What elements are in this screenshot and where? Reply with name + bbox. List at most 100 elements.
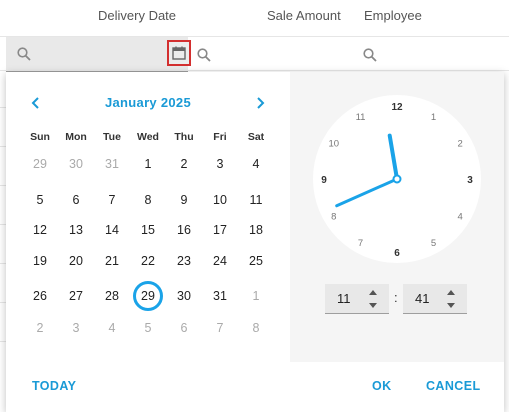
weekday-label: Wed xyxy=(137,131,159,143)
clock-number: 2 xyxy=(458,139,463,150)
cancel-button[interactable]: CANCEL xyxy=(426,379,480,393)
picker-footer: TODAY OK CANCEL xyxy=(6,362,504,412)
day-cell[interactable]: 29 xyxy=(25,149,55,179)
day-cell[interactable]: 21 xyxy=(97,246,127,276)
caret-up-icon xyxy=(447,289,455,295)
time-input: 11 : 41 xyxy=(325,284,467,314)
time-panel: 12 1 2 3 4 5 6 7 8 9 10 11 11 : 41 xyxy=(290,72,504,362)
time-separator: : xyxy=(394,290,398,305)
day-cell[interactable]: 2 xyxy=(25,313,55,343)
day-cell[interactable]: 6 xyxy=(169,313,199,343)
search-icon xyxy=(17,47,31,61)
day-cell[interactable]: 14 xyxy=(97,215,127,245)
day-cell[interactable]: 9 xyxy=(169,185,199,215)
grid-header: Delivery Date Sale Amount Employee xyxy=(0,0,509,36)
caret-down-icon xyxy=(447,302,455,308)
minute-value: 41 xyxy=(415,291,430,306)
clock-number: 11 xyxy=(356,112,366,123)
hour-spinner[interactable]: 11 xyxy=(325,284,389,314)
day-cell[interactable]: 30 xyxy=(169,281,199,311)
calendar-header: January 2025 xyxy=(6,92,290,114)
calendar-panel: January 2025 Sun Mon Tue Wed Thu Fri Sat 29 30 3… xyxy=(6,72,290,362)
employee-filter-input[interactable] xyxy=(352,37,509,72)
clock-number: 8 xyxy=(331,212,336,223)
next-month-button[interactable] xyxy=(249,92,271,114)
clock-number: 6 xyxy=(394,248,400,259)
day-cell[interactable]: 25 xyxy=(241,246,271,276)
chevron-right-icon xyxy=(257,97,265,109)
day-cell[interactable]: 7 xyxy=(97,185,127,215)
day-cell[interactable]: 22 xyxy=(133,246,163,276)
weekday-label: Mon xyxy=(65,131,87,143)
day-cell-selected[interactable]: 29 xyxy=(133,281,163,311)
day-cell[interactable]: 15 xyxy=(133,215,163,245)
clock-number: 3 xyxy=(467,175,473,186)
weekday-label: Thu xyxy=(174,131,194,143)
day-cell[interactable]: 3 xyxy=(205,149,235,179)
day-cell[interactable]: 19 xyxy=(25,246,55,276)
day-cell[interactable]: 1 xyxy=(133,149,163,179)
analog-clock[interactable]: 121234567891011 xyxy=(312,94,482,264)
hour-up-button[interactable] xyxy=(367,287,379,297)
weekday-label: Fri xyxy=(213,131,227,143)
today-button[interactable]: TODAY xyxy=(32,379,76,393)
clock-number: 7 xyxy=(358,238,363,249)
clock-number: 1 xyxy=(431,112,436,123)
day-cell[interactable]: 3 xyxy=(61,313,91,343)
minute-spinner[interactable]: 41 xyxy=(403,284,467,314)
day-cell[interactable]: 7 xyxy=(205,313,235,343)
day-cell[interactable]: 23 xyxy=(169,246,199,276)
ok-button[interactable]: OK xyxy=(372,379,392,393)
hour-down-button[interactable] xyxy=(367,300,379,310)
day-cell[interactable]: 6 xyxy=(61,185,91,215)
minute-up-button[interactable] xyxy=(445,287,457,297)
day-cell[interactable]: 16 xyxy=(169,215,199,245)
day-cell[interactable]: 26 xyxy=(25,281,55,311)
calendar-icon xyxy=(172,46,186,60)
day-cell[interactable]: 13 xyxy=(61,215,91,245)
day-cell[interactable]: 5 xyxy=(25,185,55,215)
day-cell[interactable]: 18 xyxy=(241,215,271,245)
day-cell[interactable]: 17 xyxy=(205,215,235,245)
day-cell[interactable]: 5 xyxy=(133,313,163,343)
day-cell[interactable]: 1 xyxy=(241,281,271,311)
day-cell[interactable]: 11 xyxy=(241,185,271,215)
day-cell[interactable]: 4 xyxy=(241,149,271,179)
sale-amount-filter-input[interactable] xyxy=(186,37,346,72)
day-cell[interactable]: 8 xyxy=(241,313,271,343)
column-header-sale-amount[interactable]: Sale Amount xyxy=(267,8,341,23)
day-cell[interactable]: 28 xyxy=(97,281,127,311)
clock-center-pin xyxy=(392,174,402,184)
day-cell[interactable]: 20 xyxy=(61,246,91,276)
clock-number: 5 xyxy=(431,238,436,249)
month-title[interactable]: January 2025 xyxy=(6,95,290,110)
column-header-employee[interactable]: Employee xyxy=(364,8,422,23)
datetime-picker-popup: January 2025 Sun Mon Tue Wed Thu Fri Sat 29 30 3… xyxy=(6,72,504,412)
search-icon xyxy=(363,47,377,62)
clock-number: 9 xyxy=(321,175,327,186)
delivery-date-filter-input[interactable] xyxy=(6,37,191,72)
day-cell[interactable]: 30 xyxy=(61,149,91,179)
filter-row xyxy=(0,36,509,72)
caret-down-icon xyxy=(369,302,377,308)
day-cell[interactable]: 4 xyxy=(97,313,127,343)
day-cell[interactable]: 10 xyxy=(205,185,235,215)
weekday-label: Sat xyxy=(247,131,265,143)
weekday-label: Sun xyxy=(30,131,50,143)
minute-down-button[interactable] xyxy=(445,300,457,310)
day-cell[interactable]: 31 xyxy=(205,281,235,311)
caret-up-icon xyxy=(369,289,377,295)
day-cell[interactable]: 8 xyxy=(133,185,163,215)
weekday-label: Tue xyxy=(103,131,121,143)
day-cell[interactable]: 2 xyxy=(169,149,199,179)
day-cell[interactable]: 12 xyxy=(25,215,55,245)
day-cell[interactable]: 24 xyxy=(205,246,235,276)
day-cell[interactable]: 31 xyxy=(97,149,127,179)
clock-number: 12 xyxy=(391,102,403,113)
clock-number: 10 xyxy=(329,139,340,150)
clock-number: 4 xyxy=(458,212,463,223)
hour-value: 11 xyxy=(337,291,351,306)
day-cell[interactable]: 27 xyxy=(61,281,91,311)
search-icon xyxy=(197,47,211,62)
column-header-delivery-date[interactable]: Delivery Date xyxy=(98,8,176,23)
